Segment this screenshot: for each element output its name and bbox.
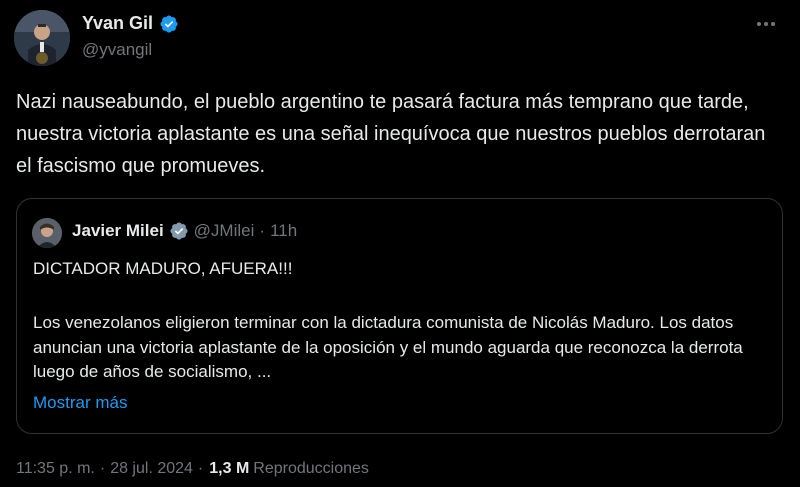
quote-author-handle[interactable]: @JMilei (194, 221, 255, 241)
quote-separator: · (259, 221, 266, 240)
quote-author-name[interactable]: Javier Milei (72, 221, 164, 241)
post-time[interactable]: 11:35 p. m. (16, 460, 95, 478)
quote-headline: DICTADOR MADURO, AFUERA!!! (33, 259, 293, 278)
author-name-row[interactable]: Yvan Gil (82, 13, 179, 34)
tweet-meta: 11:35 p. m. · 28 jul. 2024 · 1,3 M Repro… (16, 460, 369, 478)
more-horizontal-icon[interactable] (752, 12, 780, 36)
quote-timestamp[interactable]: 11h (270, 221, 297, 241)
tweet-text: Nazi nauseabundo, el pueblo argentino te… (16, 91, 766, 177)
tweet: Yvan Gil @yvangil Nazi nauseabundo, el p… (0, 0, 800, 487)
verified-badge-icon (159, 14, 179, 34)
quoted-tweet[interactable]: Javier Milei @JMilei · 11h DICTADOR MADU… (16, 198, 783, 434)
meta-separator: · (197, 460, 204, 477)
quote-author-avatar[interactable] (32, 218, 62, 248)
quote-text: Los venezolanos eligieron terminar con l… (33, 313, 743, 381)
post-date[interactable]: 28 jul. 2024 (110, 460, 193, 478)
view-count-label: Reproducciones (253, 460, 369, 477)
show-more-link[interactable]: Mostrar más (33, 393, 127, 413)
view-count[interactable]: 1,3 M (209, 460, 249, 478)
verified-badge-icon (169, 221, 189, 241)
author-avatar[interactable] (14, 10, 70, 66)
author-handle[interactable]: @yvangil (82, 40, 152, 60)
quote-header: Javier Milei @JMilei · 11h (72, 221, 297, 241)
author-name[interactable]: Yvan Gil (82, 13, 153, 34)
meta-separator: · (99, 460, 106, 477)
